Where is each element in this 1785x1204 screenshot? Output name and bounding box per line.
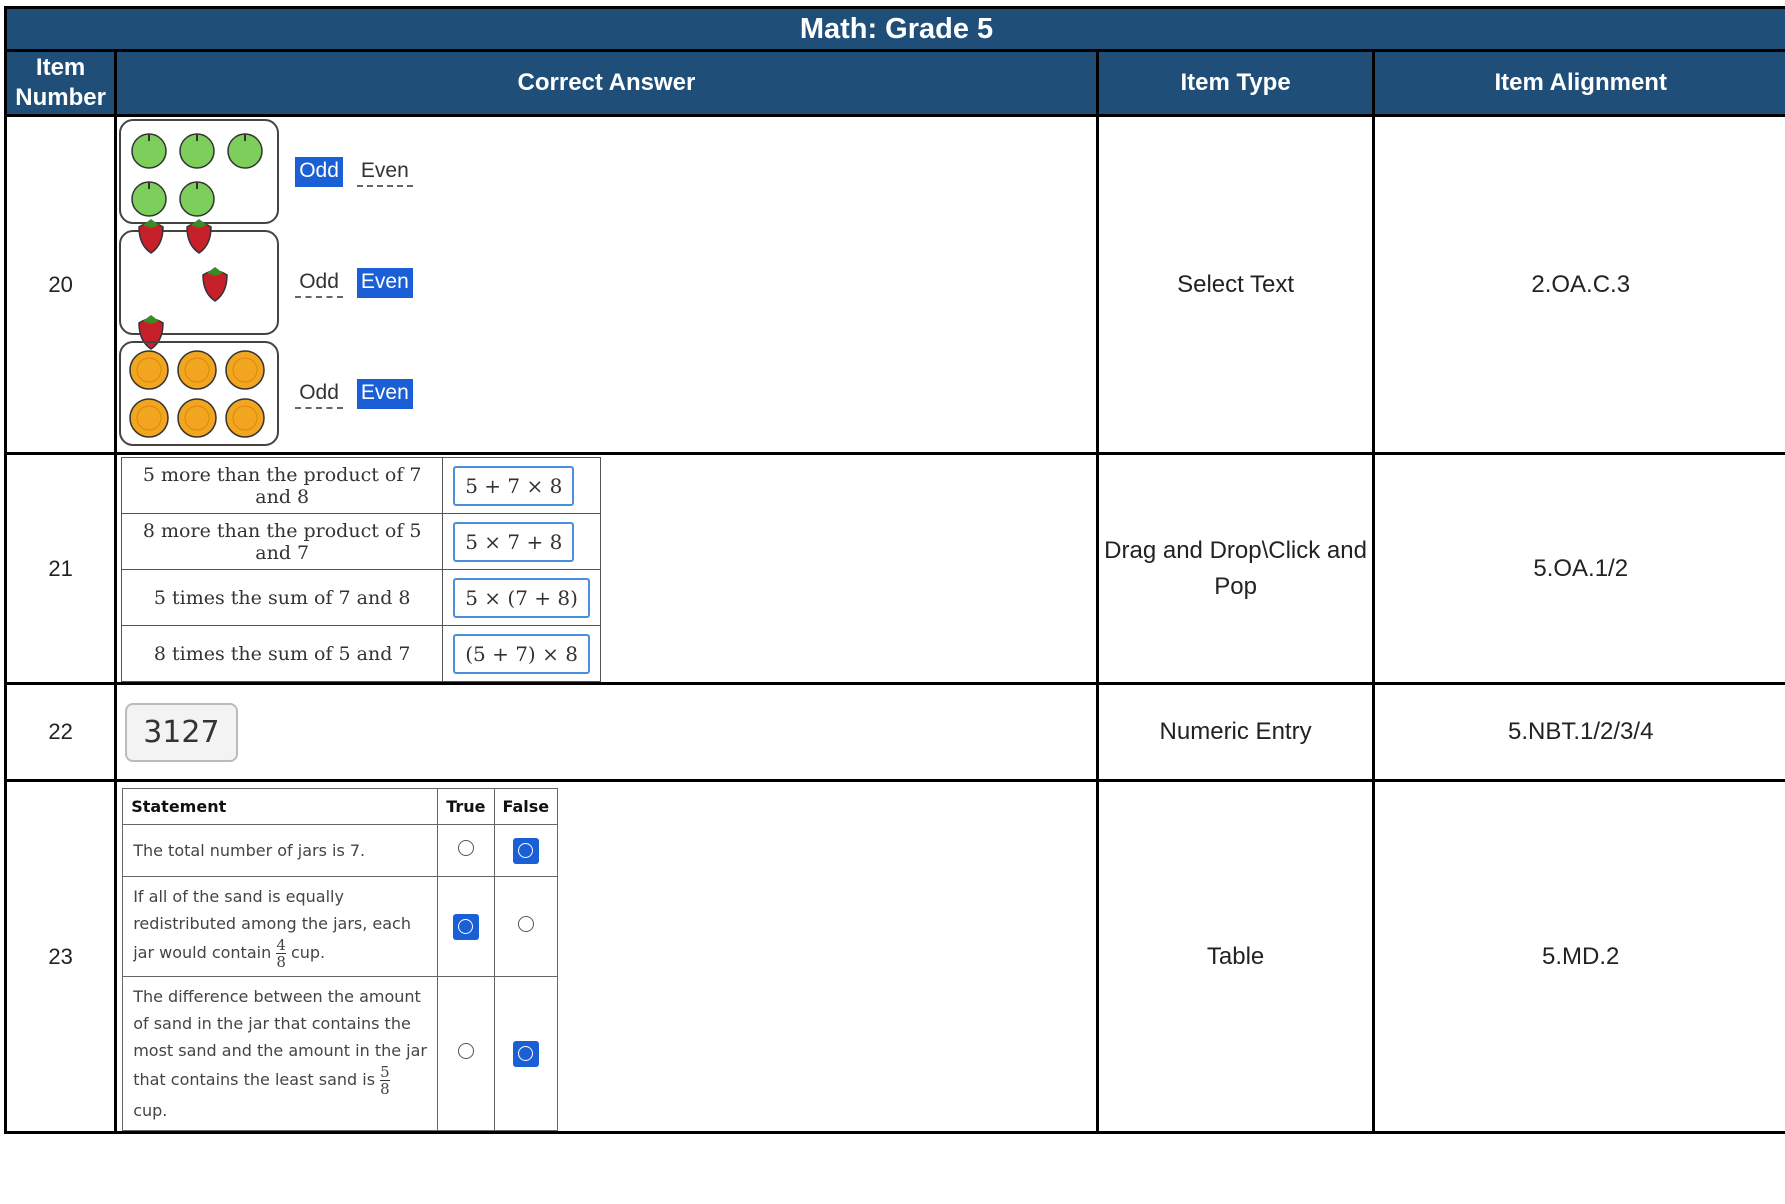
fruit-box bbox=[119, 119, 280, 224]
orange-icon bbox=[225, 349, 265, 390]
header-item-number: Item Number bbox=[7, 52, 115, 114]
strawberry-icon bbox=[138, 218, 164, 254]
strawberry-icon bbox=[186, 218, 212, 254]
table-row: 20 Odd Even Odd Even Odd Even Select Tex… bbox=[7, 117, 1785, 452]
true-radio[interactable] bbox=[457, 1043, 474, 1059]
orange-icon bbox=[129, 397, 169, 438]
item-alignment: 5.NBT.1/2/3/4 bbox=[1375, 685, 1785, 779]
item-type: Numeric Entry bbox=[1098, 685, 1373, 779]
odd-even-choices: Odd Even bbox=[295, 267, 413, 298]
true-radio[interactable] bbox=[457, 840, 474, 856]
orange-icon bbox=[177, 397, 217, 438]
table-row: 5 times the sum of 7 and 8 5 × (7 + 8) bbox=[121, 569, 601, 626]
table-row: 8 more than the product of 5 and 7 5 × 7… bbox=[121, 513, 601, 570]
expression-label: 5 more than the product of 7 and 8 bbox=[121, 457, 444, 514]
statement-text-part: If all of the sand is equally redistribu… bbox=[133, 887, 411, 962]
table-row: The difference between the amount of san… bbox=[122, 976, 559, 1131]
answer-cell: Statement True False The total number of… bbox=[117, 782, 1096, 1131]
apple-icon bbox=[179, 132, 215, 169]
odd-option[interactable]: Odd bbox=[295, 268, 343, 298]
statement-header: Statement bbox=[122, 788, 439, 825]
statement-text: If all of the sand is equally redistribu… bbox=[122, 876, 439, 977]
answer-tile[interactable]: 5 + 7 × 8 bbox=[453, 465, 575, 506]
answer-cell: 5 more than the product of 7 and 8 5 + 7… bbox=[117, 455, 1096, 682]
fruit-group: Odd Even bbox=[119, 341, 1096, 446]
orange-icon bbox=[129, 349, 169, 390]
orange-icon bbox=[177, 349, 217, 390]
item-number: 20 bbox=[7, 117, 115, 452]
apple-icon bbox=[131, 180, 167, 217]
answer-cell: 3127 bbox=[117, 685, 1096, 779]
table-row: 5 more than the product of 7 and 8 5 + 7… bbox=[121, 457, 601, 514]
table-row: 21 5 more than the product of 7 and 8 5 … bbox=[7, 455, 1785, 682]
odd-option[interactable]: Odd bbox=[295, 156, 343, 187]
even-option[interactable]: Even bbox=[356, 157, 413, 187]
odd-option[interactable]: Odd bbox=[295, 379, 343, 409]
item-type: Table bbox=[1098, 782, 1373, 1131]
fruit-box bbox=[119, 218, 280, 350]
table-row: If all of the sand is equally redistribu… bbox=[122, 876, 559, 977]
statement-text: The difference between the amount of san… bbox=[122, 976, 439, 1131]
fraction: 48 bbox=[276, 936, 286, 971]
answer-tile[interactable]: 5 × (7 + 8) bbox=[453, 577, 590, 618]
apple-icon bbox=[179, 180, 215, 217]
orange-icon bbox=[225, 397, 265, 438]
header-item-type: Item Type bbox=[1098, 52, 1373, 114]
fruit-group: Odd Even bbox=[119, 218, 1096, 350]
statement-text-part: cup. bbox=[133, 1101, 168, 1120]
item-type: Drag and Drop\Click and Pop bbox=[1098, 455, 1373, 682]
item-number: 23 bbox=[7, 782, 115, 1131]
item-number: 22 bbox=[7, 685, 115, 779]
grade5-answer-table: Math: Grade 5 Item Number Correct Answer… bbox=[4, 6, 1785, 1134]
even-option[interactable]: Even bbox=[356, 267, 413, 298]
answer-tile[interactable]: 5 × 7 + 8 bbox=[453, 521, 575, 562]
header-item-alignment: Item Alignment bbox=[1375, 52, 1785, 114]
strawberry-icon bbox=[202, 266, 228, 302]
expression-label: 8 times the sum of 5 and 7 bbox=[121, 625, 444, 682]
statement-text: The total number of jars is 7. bbox=[122, 824, 439, 877]
false-radio-selected[interactable] bbox=[512, 838, 539, 865]
expression-label: 8 more than the product of 5 and 7 bbox=[121, 513, 444, 570]
table-row: 8 times the sum of 5 and 7 (5 + 7) × 8 bbox=[121, 625, 601, 682]
odd-even-choices: Odd Even bbox=[295, 378, 413, 409]
fruit-box bbox=[119, 341, 280, 446]
false-header: False bbox=[493, 788, 559, 825]
item-type: Select Text bbox=[1098, 117, 1373, 452]
true-false-table: Statement True False The total number of… bbox=[122, 788, 559, 1131]
item-number: 21 bbox=[7, 455, 115, 682]
odd-even-choices: Odd Even bbox=[295, 156, 413, 187]
fruit-group: Odd Even bbox=[119, 119, 1096, 224]
numeric-entry-field[interactable]: 3127 bbox=[125, 702, 238, 762]
true-radio-selected[interactable] bbox=[452, 914, 479, 941]
apple-icon bbox=[227, 132, 263, 169]
answer-cell: Odd Even Odd Even Odd Even bbox=[117, 117, 1096, 452]
false-radio-selected[interactable] bbox=[512, 1041, 539, 1068]
table-title: Math: Grade 5 bbox=[7, 9, 1785, 49]
table-row: The total number of jars is 7. bbox=[122, 824, 559, 877]
table-row: 22 3127 Numeric Entry 5.NBT.1/2/3/4 bbox=[7, 685, 1785, 779]
header-correct-answer: Correct Answer bbox=[117, 52, 1096, 114]
true-header: True bbox=[437, 788, 495, 825]
item-alignment: 2.OA.C.3 bbox=[1375, 117, 1785, 452]
false-radio[interactable] bbox=[517, 916, 534, 932]
item-alignment: 5.MD.2 bbox=[1375, 782, 1785, 1131]
apple-icon bbox=[131, 132, 167, 169]
expression-label: 5 times the sum of 7 and 8 bbox=[121, 569, 444, 626]
drag-drop-table: 5 more than the product of 7 and 8 5 + 7… bbox=[121, 457, 601, 682]
statement-text-part: cup. bbox=[290, 943, 326, 962]
even-option[interactable]: Even bbox=[356, 378, 413, 409]
answer-tile[interactable]: (5 + 7) × 8 bbox=[453, 633, 590, 674]
item-alignment: 5.OA.1/2 bbox=[1375, 455, 1785, 682]
fraction: 58 bbox=[380, 1063, 390, 1098]
table-row: 23 Statement True False The total number… bbox=[7, 782, 1785, 1131]
